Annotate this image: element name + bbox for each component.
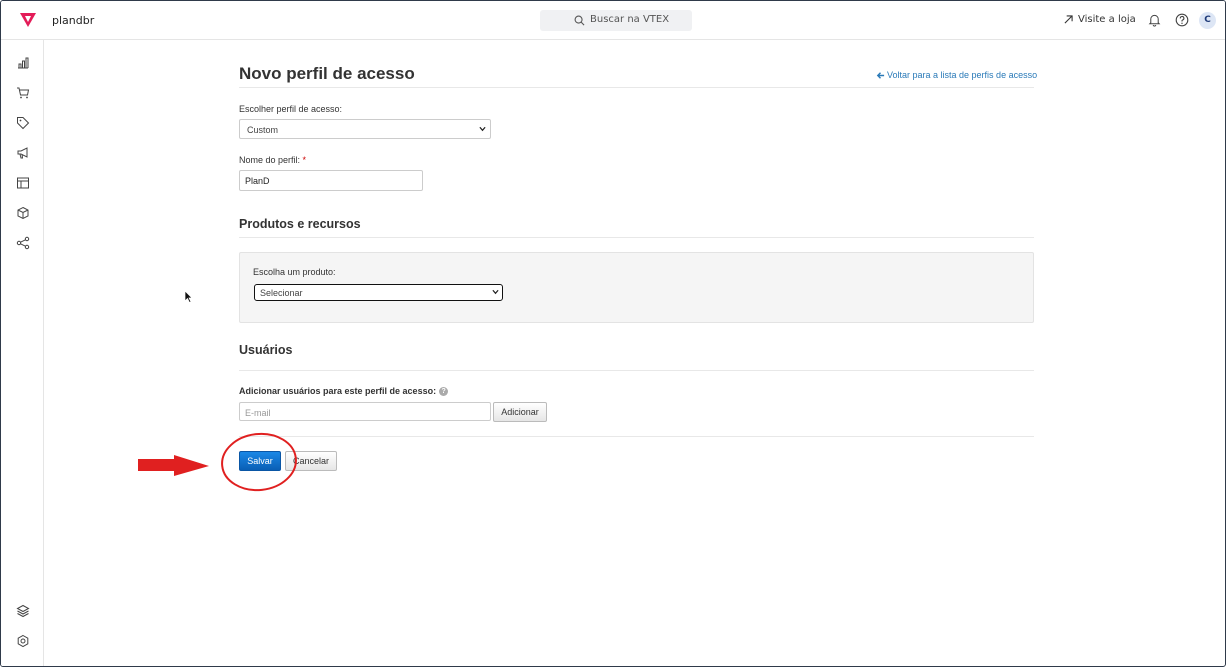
external-arrow-icon (1064, 15, 1073, 24)
app-window: plandbr Buscar na VTEX Visite a loja C N… (0, 0, 1226, 667)
add-user-button[interactable]: Adicionar (493, 402, 547, 422)
add-users-label: Adicionar usuários para este perfil de a… (239, 386, 449, 397)
user-avatar[interactable]: C (1199, 12, 1216, 29)
product-select-value: Selecionar (260, 288, 303, 298)
share-icon[interactable] (16, 236, 30, 250)
box-icon[interactable] (16, 206, 30, 220)
profile-select-value: Custom (247, 125, 279, 135)
sidebar (1, 40, 44, 666)
tag-icon[interactable] (16, 116, 30, 130)
profile-name-label: Nome do perfil: * (239, 155, 306, 165)
info-icon[interactable]: ? (439, 387, 449, 397)
users-divider (239, 370, 1034, 371)
store-name[interactable]: plandbr (52, 14, 94, 27)
vtex-logo-icon[interactable] (19, 12, 37, 28)
visit-store-label: Visite a loja (1078, 14, 1136, 25)
title-divider (239, 87, 1034, 88)
search-placeholder: Buscar na VTEX (590, 14, 670, 25)
annotation-arrow-circle (138, 432, 297, 492)
users-section-title: Usuários (239, 343, 293, 357)
search-icon (574, 15, 585, 26)
megaphone-icon[interactable] (16, 146, 30, 160)
profile-name-input[interactable]: PlanD (239, 170, 423, 191)
profile-name-value: PlanD (245, 176, 270, 186)
profile-name-label-text: Nome do perfil: (239, 155, 301, 165)
chevron-down-icon (492, 289, 499, 295)
cart-icon[interactable] (16, 86, 30, 100)
help-icon[interactable] (1175, 13, 1189, 27)
layers-icon[interactable] (16, 604, 30, 618)
page-title: Novo perfil de acesso (239, 64, 415, 83)
products-divider (239, 237, 1034, 238)
actions-divider (239, 436, 1034, 437)
layout-icon[interactable] (16, 176, 30, 190)
add-users-label-text: Adicionar usuários para este perfil de a… (239, 386, 437, 396)
analytics-icon[interactable] (16, 56, 30, 70)
profile-select[interactable]: Custom (239, 119, 491, 139)
required-mark: * (302, 155, 307, 165)
product-select-label: Escolha um produto: (253, 267, 336, 277)
bell-icon[interactable] (1148, 13, 1161, 27)
mouse-cursor-icon (184, 290, 193, 303)
back-link-label: Voltar para a lista de perfis de acesso (887, 70, 1038, 80)
settings-icon[interactable] (16, 634, 30, 648)
products-section-title: Produtos e recursos (239, 217, 361, 231)
profile-select-label: Escolher perfil de acesso: (239, 104, 343, 114)
product-select[interactable]: Selecionar (254, 284, 503, 301)
chevron-down-icon (479, 126, 486, 132)
email-input[interactable]: E-mail (239, 402, 491, 421)
top-bar: plandbr Buscar na VTEX Visite a loja C (1, 1, 1225, 40)
global-search[interactable]: Buscar na VTEX (540, 10, 692, 31)
arrow-left-icon (876, 72, 885, 79)
email-placeholder: E-mail (245, 408, 271, 418)
